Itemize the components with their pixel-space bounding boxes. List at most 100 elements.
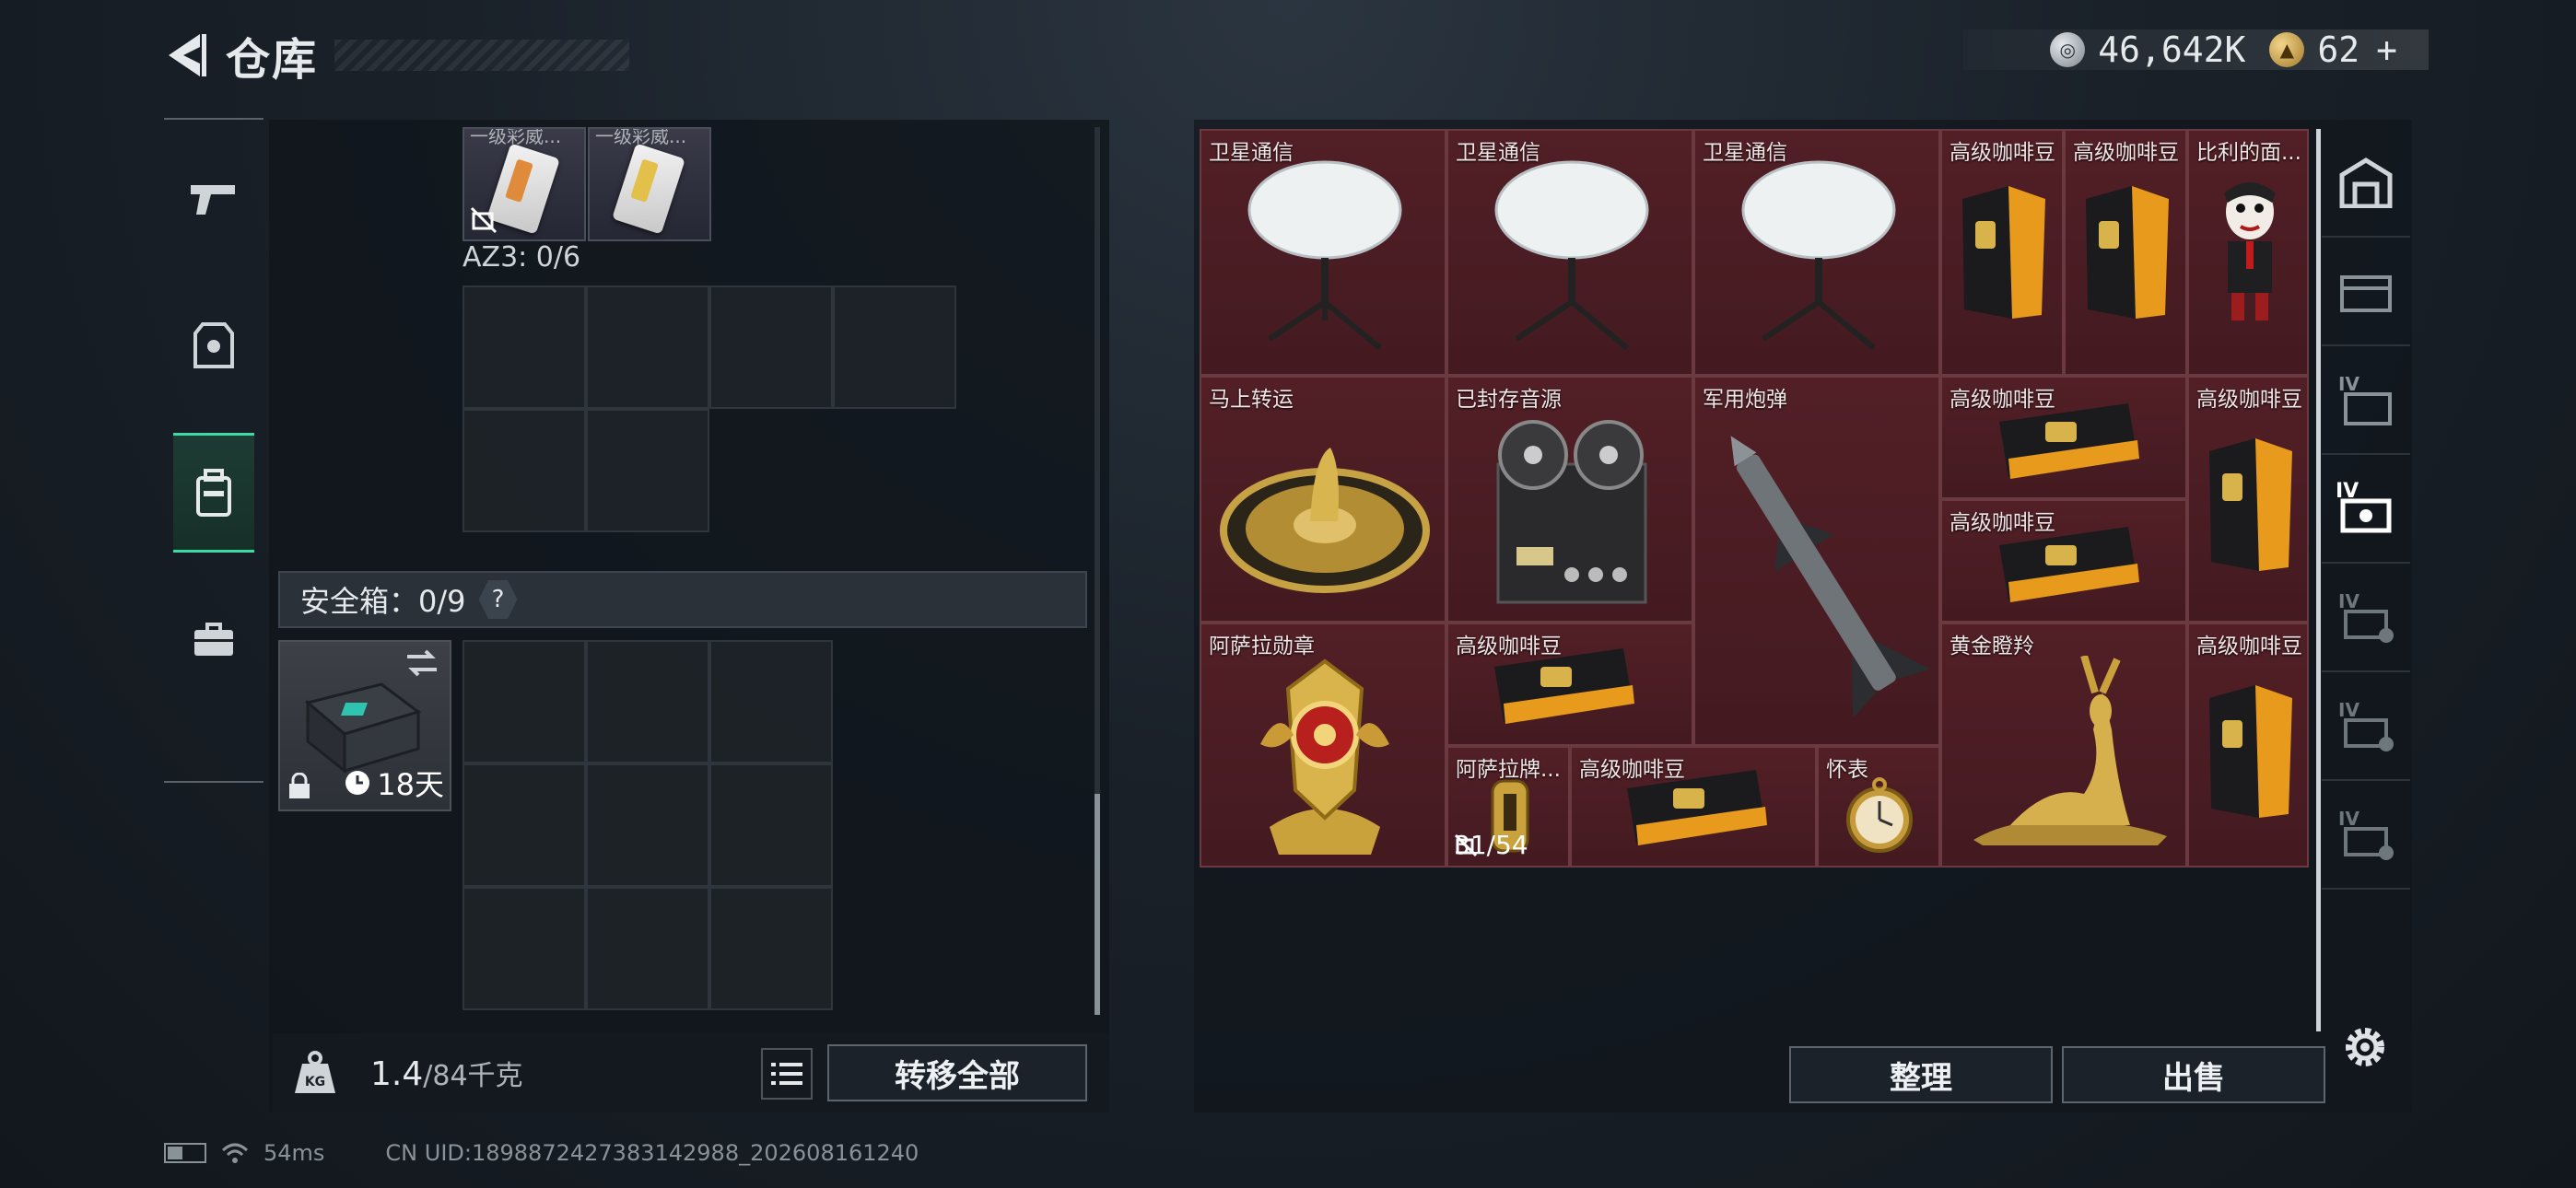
help-button[interactable]: ?: [478, 580, 518, 619]
container-iv-locked-1[interactable]: IV: [2322, 564, 2410, 672]
grid-slot[interactable]: [586, 285, 709, 409]
grid-slot[interactable]: [709, 763, 833, 887]
keycard-orange-icon: [486, 143, 560, 235]
item-label: 卫星通信: [1209, 141, 1294, 165]
sort-button[interactable]: 整理: [1789, 1046, 2053, 1103]
container-iv-locked-3[interactable]: IV: [2322, 781, 2410, 890]
category-briefcase[interactable]: [164, 580, 263, 700]
weight-current: 1.4: [370, 1055, 424, 1093]
transfer-all-button[interactable]: 转移全部: [827, 1044, 1087, 1101]
weight-bar: KG 1.4/84千克 转移全部: [273, 1033, 1109, 1112]
item-satellite-3[interactable]: 卫星通信: [1693, 129, 1940, 376]
currency-bar: ◎ 46,642K ▲ 62 +: [1963, 29, 2429, 70]
crate-icon: [2340, 275, 2392, 312]
item-tape-recorder[interactable]: 已封存音源: [1446, 376, 1693, 623]
item-satellite-2[interactable]: 卫星通信: [1446, 129, 1693, 376]
grid-slot[interactable]: [463, 763, 586, 887]
grid-slot[interactable]: [586, 887, 709, 1010]
settings-button[interactable]: [2338, 1020, 2392, 1074]
item-label: 阿萨拉勋章: [1209, 635, 1315, 658]
grid-slot[interactable]: [709, 285, 833, 409]
grid-slot[interactable]: [833, 285, 956, 409]
svg-text:IV: IV: [2338, 373, 2359, 395]
container-scrollbar[interactable]: [2316, 129, 2321, 1031]
container-iv[interactable]: IV: [2322, 346, 2410, 455]
svg-text:KG: KG: [305, 1075, 325, 1089]
satellite-dish-icon: [1741, 160, 1896, 351]
scroll-thumb[interactable]: [1095, 794, 1100, 1015]
slot-item-card-1[interactable]: 一级彩威...: [463, 127, 586, 241]
lock-icon: [289, 773, 310, 798]
container-iv-locked-2[interactable]: IV: [2322, 672, 2410, 781]
item-coffee-5[interactable]: 高级咖啡豆: [1940, 499, 2187, 623]
armor-icon: [193, 322, 234, 368]
item-label: 高级咖啡豆: [1950, 141, 2055, 165]
item-billy-doll[interactable]: 比利的面...: [2187, 129, 2309, 376]
item-golden-gazelle[interactable]: 黄金瞪羚: [1940, 623, 2187, 868]
container-sidebar: IV IV IV IV IV: [2322, 129, 2410, 1013]
item-coffee-1[interactable]: 高级咖啡豆: [1940, 129, 2064, 376]
backpack-scrollbar[interactable]: [1095, 127, 1100, 1015]
item-coffee-2[interactable]: 高级咖啡豆: [2064, 129, 2187, 376]
item-coffee-6[interactable]: 高级咖啡豆: [1446, 623, 1693, 746]
item-satellite-1[interactable]: 卫星通信: [1200, 129, 1446, 376]
item-asala-medal[interactable]: 阿萨拉勋章: [1200, 623, 1446, 868]
grid-slot[interactable]: [586, 640, 709, 763]
item-label: 阿萨拉牌...: [1456, 758, 1561, 782]
list-view-button[interactable]: [761, 1048, 813, 1100]
item-asala-lighter[interactable]: 阿萨拉牌... 31/54: [1446, 746, 1570, 868]
backpack-grid: [463, 285, 956, 532]
container-iv-selected[interactable]: IV: [2322, 455, 2410, 564]
item-coffee-7[interactable]: 高级咖啡豆: [2187, 623, 2309, 868]
gold-value: 62: [2317, 29, 2360, 70]
container-safe[interactable]: [2322, 129, 2410, 238]
wifi-icon: [221, 1143, 249, 1163]
item-label: 军用炮弹: [1703, 388, 1787, 412]
item-label: 高级咖啡豆: [2196, 388, 2302, 412]
item-coffee-8[interactable]: 高级咖啡豆: [1570, 746, 1817, 868]
coffee-bag-icon: [2086, 186, 2169, 319]
svg-text:IV: IV: [2338, 808, 2359, 830]
gold-add-button[interactable]: +: [2376, 29, 2397, 70]
category-armor[interactable]: [164, 285, 263, 405]
item-label: 黄金瞪羚: [1950, 635, 2034, 658]
category-weapon[interactable]: [164, 138, 263, 258]
category-backpack[interactable]: [173, 433, 254, 553]
container-iv-icon: IV: [2338, 373, 2392, 425]
gear-icon: [2346, 1028, 2384, 1066]
safe-box-label: 安全箱：0/9: [300, 584, 466, 619]
slot-item-card-2[interactable]: 一级彩威...: [588, 127, 711, 241]
grid-slot[interactable]: [586, 409, 709, 532]
back-button[interactable]: [161, 28, 209, 83]
sell-button[interactable]: 出售: [2062, 1046, 2325, 1103]
grid-slot[interactable]: [463, 285, 586, 409]
item-disc-luck[interactable]: 马上转运: [1200, 376, 1446, 623]
grid-slot[interactable]: [709, 640, 833, 763]
container-iv-locked-icon: IV: [2338, 808, 2394, 860]
item-coffee-4[interactable]: 高级咖啡豆: [2187, 376, 2309, 623]
reel-recorder-icon: [1496, 420, 1647, 604]
item-label: 高级咖啡豆: [1579, 758, 1685, 782]
grid-slot[interactable]: [463, 409, 586, 532]
coffee-bag-icon: [2209, 685, 2292, 818]
status-bar: 54ms CN UID:1898872427383142988_20260816…: [164, 1138, 919, 1168]
safe-box-item[interactable]: 18天: [278, 640, 451, 811]
grid-slot[interactable]: [709, 887, 833, 1010]
svg-text:IV: IV: [2338, 590, 2359, 612]
medal-icon: [1260, 658, 1389, 855]
grid-slot[interactable]: [463, 887, 586, 1010]
list-icon: [771, 1063, 802, 1085]
scroll-thumb[interactable]: [2316, 129, 2321, 1031]
grid-slot[interactable]: [586, 763, 709, 887]
item-artillery-shell[interactable]: 军用炮弹: [1693, 376, 1940, 746]
stack-counter: 31/54: [1454, 830, 1528, 860]
item-pocket-watch[interactable]: 怀表: [1817, 746, 1940, 868]
item-label: 高级咖啡豆: [2073, 141, 2179, 165]
container-crate[interactable]: [2322, 238, 2410, 346]
golden-gazelle-icon: [1973, 656, 2167, 845]
days-value: 18天: [377, 767, 444, 802]
grid-slot[interactable]: [463, 640, 586, 763]
silver-value: 46,642K: [2098, 29, 2246, 70]
item-coffee-3[interactable]: 高级咖啡豆: [1940, 376, 2187, 499]
puppet-doll-icon: [2224, 182, 2276, 320]
